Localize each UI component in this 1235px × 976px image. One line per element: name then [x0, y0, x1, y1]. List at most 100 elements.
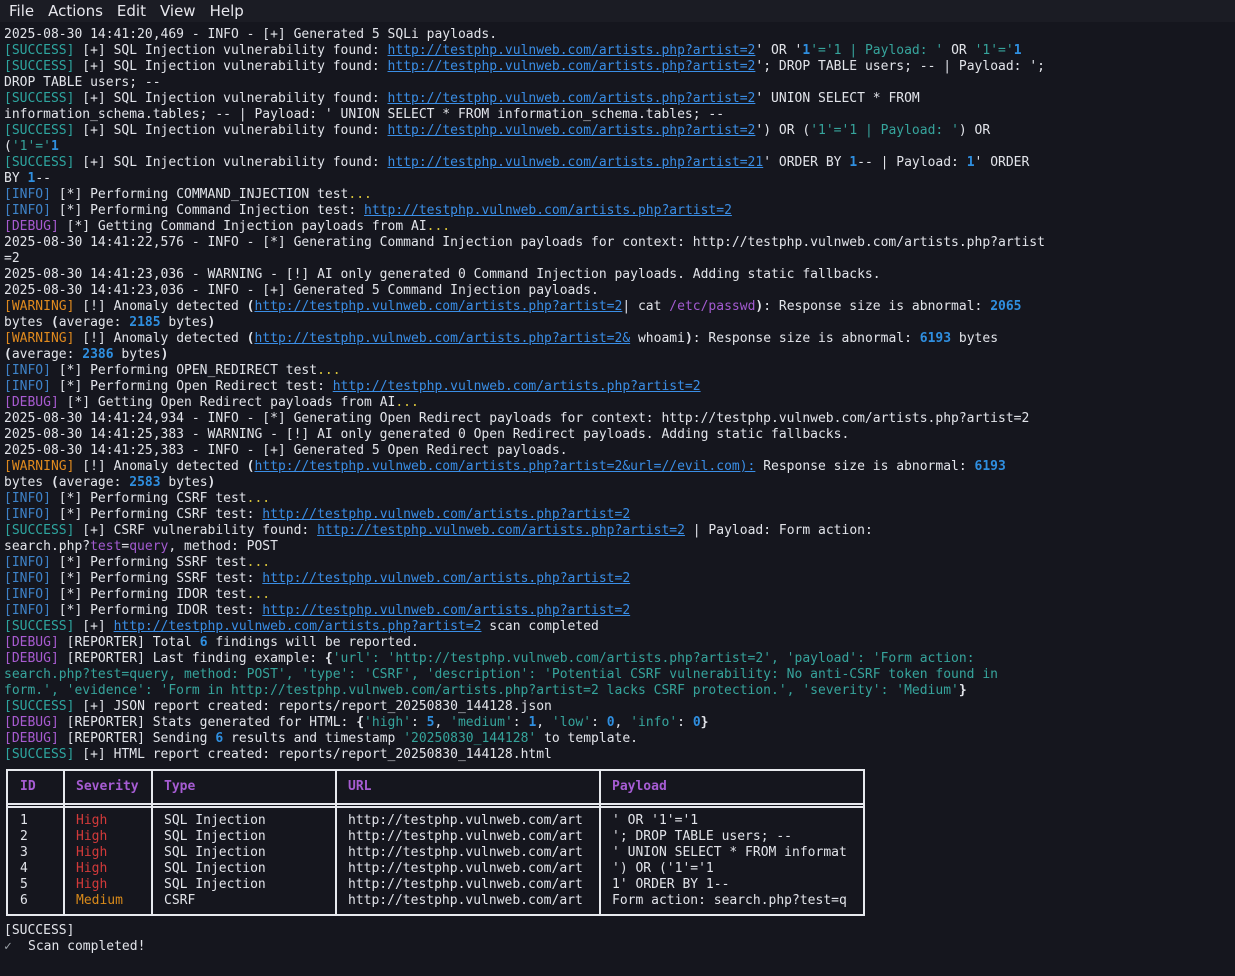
log-line: [DEBUG] [REPORTER] Last finding example:…	[4, 651, 1232, 667]
number-value: 2583	[129, 475, 161, 490]
log-text: bytes	[4, 315, 51, 330]
table-cell-severity: High	[76, 861, 108, 876]
url-link[interactable]: http://testphp.vulnweb.com/artists.php?a…	[317, 523, 685, 538]
log-text: '; DROP TABLE users; -- | Payload: ';	[755, 59, 1045, 74]
url-link[interactable]: http://testphp.vulnweb.com/artists.php?a…	[262, 507, 630, 522]
log-text: , method: POST	[168, 539, 278, 554]
url-link[interactable]: http://testphp.vulnweb.com/artists.php?a…	[114, 619, 482, 634]
log-line: search.php?test=query, method: POST	[4, 539, 1232, 555]
ellipsis: ...	[426, 219, 451, 234]
number-value: 6	[199, 635, 208, 650]
url-link[interactable]: http://testphp.vulnweb.com/artists.php?a…	[388, 123, 756, 138]
log-text: OR	[943, 43, 975, 58]
footer-message: Scan completed!	[28, 939, 146, 954]
menu-file[interactable]: File	[2, 2, 41, 20]
log-line: bytes (average: 2185 bytes)	[4, 315, 1232, 331]
log-text: findings will be reported.	[207, 635, 419, 650]
log-text: ' OR '	[755, 43, 803, 58]
status-tag-debug: [DEBUG]	[4, 635, 59, 650]
status-tag-success: [SUCCESS]	[4, 619, 75, 634]
log-text: [+] HTML report created: reports/report_…	[74, 747, 552, 762]
table-cell-url: http://testphp.vulnweb.com/art	[348, 813, 583, 828]
log-text: [+] CSRF vulnerability found:	[74, 523, 318, 538]
table-cell-payload: '; DROP TABLE users; --	[612, 829, 793, 844]
table-cell-id: 3	[20, 845, 28, 860]
status-tag-info: [INFO]	[4, 187, 51, 202]
log-line: DROP TABLE users; --	[4, 75, 1232, 91]
log-text: [*] Performing CSRF test	[50, 491, 247, 506]
url-link[interactable]: http://testphp.vulnweb.com/artists.php?a…	[262, 603, 630, 618]
bracket: )	[684, 331, 693, 346]
quoted-value: '1'='	[974, 43, 1014, 58]
log-line: form.', 'evidence': 'Form in http://test…	[4, 683, 1232, 699]
log-text: BY	[4, 171, 28, 186]
log-line: [WARNING] [!] Anomaly detected (http://t…	[4, 459, 1232, 475]
terminal-output[interactable]: 2025-08-30 14:41:20,469 - INFO - [+] Gen…	[4, 27, 1232, 763]
status-tag-warning: [WARNING]	[4, 459, 75, 474]
log-line: 2025-08-30 14:41:22,576 - INFO - [*] Gen…	[4, 235, 1232, 251]
number-value: 6	[215, 731, 224, 746]
menu-help[interactable]: Help	[203, 2, 251, 20]
log-text: [!] Anomaly detected	[74, 331, 247, 346]
log-text: [+] SQL Injection vulnerability found:	[74, 59, 388, 74]
log-text: [+]	[74, 619, 114, 634]
ellipsis: ...	[246, 491, 271, 506]
log-line: [SUCCESS] [+] http://testphp.vulnweb.com…	[4, 619, 1232, 635]
log-line: [SUCCESS] [+] SQL Injection vulnerabilit…	[4, 123, 1232, 139]
log-text: [*] Performing IDOR test	[50, 587, 247, 602]
log-line: [SUCCESS] [+] JSON report created: repor…	[4, 699, 1232, 715]
highlighted-token: /etc/passwd	[669, 299, 756, 314]
ellipsis: ...	[395, 395, 419, 410]
status-tag-success: [SUCCESS]	[4, 699, 75, 714]
footer-status-tag: [SUCCESS]	[4, 923, 75, 938]
log-text: [*] Getting Command Injection payloads f…	[58, 219, 427, 234]
url-link[interactable]: http://testphp.vulnweb.com/artists.php?a…	[364, 203, 732, 218]
table-cell-severity: High	[76, 829, 108, 844]
log-line: [INFO] [*] Performing Open Redirect test…	[4, 379, 1232, 395]
log-line: bytes (average: 2583 bytes)	[4, 475, 1232, 491]
url-link[interactable]: http://testphp.vulnweb.com/artists.php?a…	[254, 299, 622, 314]
column-divider	[151, 771, 153, 914]
log-line: [INFO] [*] Performing CSRF test: http://…	[4, 507, 1232, 523]
ellipsis: ...	[246, 587, 271, 602]
url-link[interactable]: http://testphp.vulnweb.com/artists.php?a…	[333, 379, 701, 394]
log-text: search.php?	[4, 539, 91, 554]
bracket: )	[207, 475, 216, 490]
menu-actions[interactable]: Actions	[41, 2, 110, 20]
log-line: ('1'='1	[4, 139, 1232, 155]
menu-edit[interactable]: Edit	[110, 2, 153, 20]
log-text: 2025-08-30 14:41:23,036 - WARNING - [!] …	[4, 267, 881, 282]
table-cell-payload: 1' ORDER BY 1--	[612, 877, 730, 892]
log-text: [*] Performing IDOR test:	[50, 603, 263, 618]
string-value: 'info'	[630, 715, 678, 730]
log-text: [REPORTER] Stats generated for HTML:	[58, 715, 357, 730]
menu-view[interactable]: View	[153, 2, 203, 20]
url-link[interactable]: http://testphp.vulnweb.com/artists.php?a…	[254, 459, 755, 474]
log-line: [SUCCESS] [+] SQL Injection vulnerabilit…	[4, 59, 1232, 75]
menu-bar: File Actions Edit View Help	[0, 0, 1235, 22]
status-tag-success: [SUCCESS]	[4, 59, 75, 74]
url-link[interactable]: http://testphp.vulnweb.com/artists.php?a…	[262, 571, 630, 586]
table-cell-url: http://testphp.vulnweb.com/art	[348, 877, 583, 892]
highlighted-token: query	[129, 539, 169, 554]
url-link[interactable]: http://testphp.vulnweb.com/artists.php?a…	[388, 91, 756, 106]
header-severity: Severity	[76, 779, 139, 794]
url-link[interactable]: http://testphp.vulnweb.com/artists.php?a…	[388, 59, 756, 74]
string-value: 'medium'	[450, 715, 513, 730]
url-link[interactable]: http://testphp.vulnweb.com/artists.php?a…	[254, 331, 630, 346]
status-tag-info: [INFO]	[4, 379, 51, 394]
log-line: 2025-08-30 14:41:23,036 - INFO - [+] Gen…	[4, 283, 1232, 299]
header-payload: Payload	[612, 779, 667, 794]
log-text: ,	[614, 715, 631, 730]
number-value: 6193	[974, 459, 1006, 474]
table-cell-id: 5	[20, 877, 28, 892]
url-link[interactable]: http://testphp.vulnweb.com/artists.php?a…	[388, 43, 756, 58]
status-tag-success: [SUCCESS]	[4, 747, 75, 762]
bracket: }	[700, 715, 709, 730]
status-tag-warning: [WARNING]	[4, 331, 75, 346]
log-text: scan completed	[481, 619, 599, 634]
log-line: [INFO] [*] Performing COMMAND_INJECTION …	[4, 187, 1232, 203]
url-link[interactable]: http://testphp.vulnweb.com/artists.php?a…	[388, 155, 764, 170]
log-text: bytes	[113, 347, 161, 362]
log-text: [+] SQL Injection vulnerability found:	[74, 123, 388, 138]
